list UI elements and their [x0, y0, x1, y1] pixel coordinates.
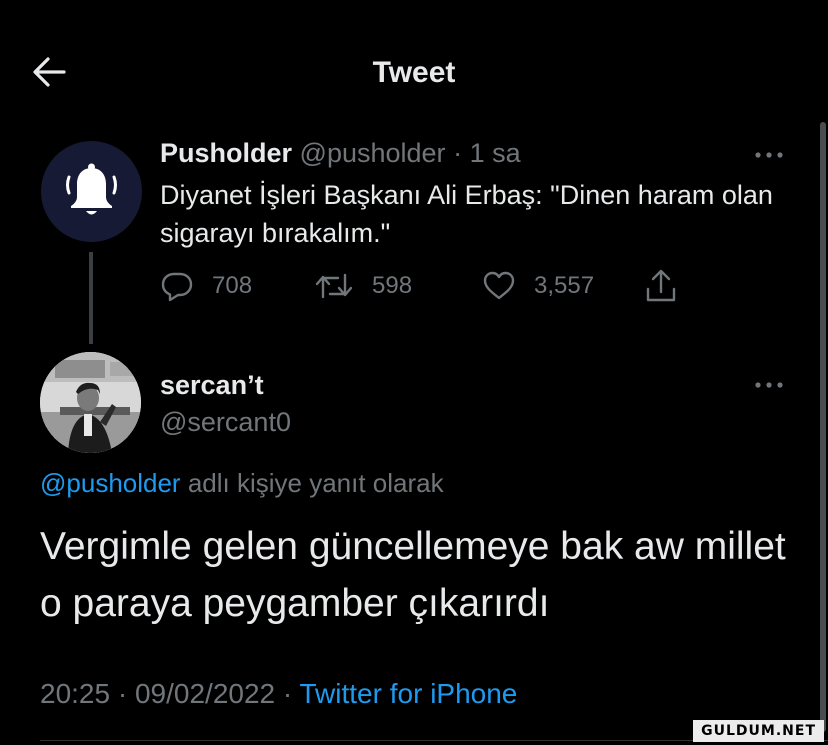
scrollbar[interactable]	[820, 122, 826, 732]
more-icon	[755, 382, 783, 388]
parent-author-name[interactable]: Pusholder	[160, 138, 292, 168]
meta-separator: ·	[282, 678, 293, 709]
tweet-time[interactable]: 20:25	[40, 678, 110, 709]
page-title: Tweet	[372, 56, 456, 89]
retweet-icon	[315, 273, 353, 299]
reply-tweet-text: Vergimle gelen güncellemeye bak aw mille…	[40, 525, 786, 625]
heart-icon	[483, 271, 515, 300]
reply-count: 708	[212, 272, 253, 299]
retweet-count: 598	[372, 272, 413, 299]
header: Tweet	[0, 0, 828, 140]
like-count: 3,557	[534, 272, 595, 299]
sercant-avatar[interactable]	[40, 352, 141, 453]
tweet-detail-page: Tweet Pusholder @pusholder · 1 sa Diyane…	[0, 0, 828, 745]
reply-icon	[161, 272, 193, 302]
meta-separator: ·	[117, 678, 128, 709]
parent-author-row: Pusholder @pusholder · 1 sa	[160, 138, 521, 169]
tweet-date[interactable]: 09/02/2022	[135, 678, 275, 709]
parent-tweet-time[interactable]: 1 sa	[470, 138, 521, 168]
parent-author-handle[interactable]: @pusholder	[300, 138, 446, 168]
separator-dot: ·	[453, 138, 463, 168]
reply-button[interactable]: 708	[160, 266, 252, 306]
thread-connector	[89, 252, 93, 344]
bell-icon	[66, 163, 117, 215]
share-icon	[646, 269, 676, 302]
parent-tweet-actions: 708 598 3,557	[160, 266, 700, 306]
like-button[interactable]: 3,557	[482, 266, 594, 306]
pusholder-avatar[interactable]	[41, 141, 142, 242]
retweet-button[interactable]: 598	[314, 266, 412, 306]
tweet-meta: 20:25 · 09/02/2022 · Twitter for iPhone	[40, 678, 517, 710]
parent-more-button[interactable]	[753, 148, 789, 162]
more-icon	[755, 152, 783, 158]
reply-more-button[interactable]	[753, 378, 789, 392]
replying-to-line: @pusholder adlı kişiye yanıt olarak	[40, 468, 444, 499]
reply-author-name[interactable]: sercan’t	[160, 370, 264, 401]
reply-author-handle[interactable]: @sercant0	[160, 407, 291, 438]
replying-to-label: adlı kişiye yanıt olarak	[187, 468, 444, 498]
replying-to-mention[interactable]: @pusholder	[40, 468, 181, 498]
parent-tweet-text: Diyanet İşleri Başkanı Ali Erbaş: "Dinen…	[160, 180, 773, 248]
tweet-source-link[interactable]: Twitter for iPhone	[300, 678, 518, 709]
watermark-logo: GULDUM.NET	[693, 720, 824, 742]
profile-photo	[40, 352, 141, 453]
share-button[interactable]	[644, 266, 696, 306]
